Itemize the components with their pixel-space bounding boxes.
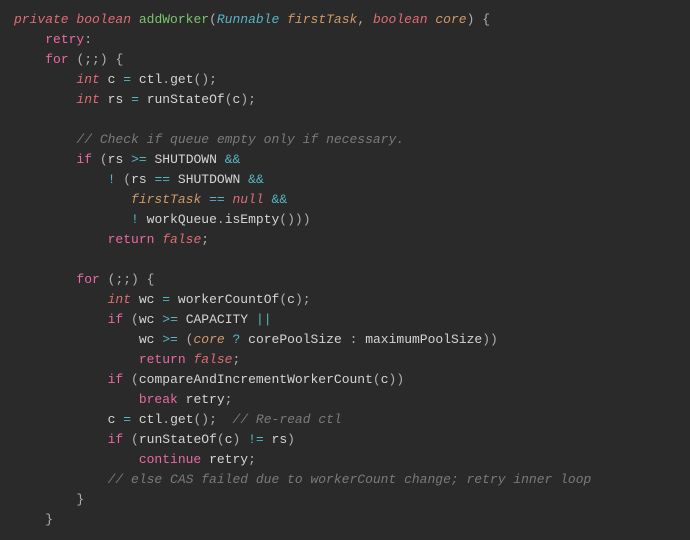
line-17: wc >= (core ? corePoolSize : maximumPool…	[14, 332, 498, 347]
line-16: if (wc >= CAPACITY ||	[14, 312, 272, 327]
keyword-for: for	[45, 52, 68, 67]
param-firsttask: firstTask	[287, 12, 357, 27]
method-name: addWorker	[139, 12, 209, 27]
line-3: for (;;) {	[14, 52, 123, 67]
line-12: return false;	[14, 232, 209, 247]
line-19: if (compareAndIncrementWorkerCount(c))	[14, 372, 404, 387]
line-18: return false;	[14, 352, 240, 367]
line-25: }	[14, 492, 84, 507]
line-20: break retry;	[14, 392, 232, 407]
keyword-for: for	[76, 272, 99, 287]
line-14: for (;;) {	[14, 272, 154, 287]
keyword-if: if	[76, 152, 92, 167]
keyword-int: int	[76, 92, 99, 107]
comment: // else CAS failed due to workerCount ch…	[108, 472, 592, 487]
line-9: ! (rs == SHUTDOWN &&	[14, 172, 264, 187]
line-21: c = ctl.get(); // Re-read ctl	[14, 412, 342, 427]
line-1: private boolean addWorker(Runnable first…	[14, 12, 490, 27]
keyword-return: return	[108, 232, 155, 247]
line-22: if (runStateOf(c) != rs)	[14, 432, 295, 447]
comment: // Re-read ctl	[233, 412, 342, 427]
label-retry: retry	[45, 32, 84, 47]
keyword-private: private	[14, 12, 69, 27]
line-23: continue retry;	[14, 452, 256, 467]
line-7: // Check if queue empty only if necessar…	[14, 132, 404, 147]
line-24: // else CAS failed due to workerCount ch…	[14, 472, 591, 487]
keyword-int: int	[76, 72, 99, 87]
comment: // Check if queue empty only if necessar…	[76, 132, 404, 147]
line-8: if (rs >= SHUTDOWN &&	[14, 152, 240, 167]
type-runnable: Runnable	[217, 12, 279, 27]
line-11: ! workQueue.isEmpty()))	[14, 212, 311, 227]
line-26: }	[14, 512, 53, 527]
line-4: int c = ctl.get();	[14, 72, 217, 87]
line-10: firstTask == null &&	[14, 192, 287, 207]
code-block: private boolean addWorker(Runnable first…	[14, 10, 676, 530]
line-15: int wc = workerCountOf(c);	[14, 292, 311, 307]
param-core: core	[435, 12, 466, 27]
keyword-boolean: boolean	[76, 12, 131, 27]
line-5: int rs = runStateOf(c);	[14, 92, 256, 107]
keyword-boolean2: boolean	[373, 12, 428, 27]
line-2: retry:	[14, 32, 92, 47]
